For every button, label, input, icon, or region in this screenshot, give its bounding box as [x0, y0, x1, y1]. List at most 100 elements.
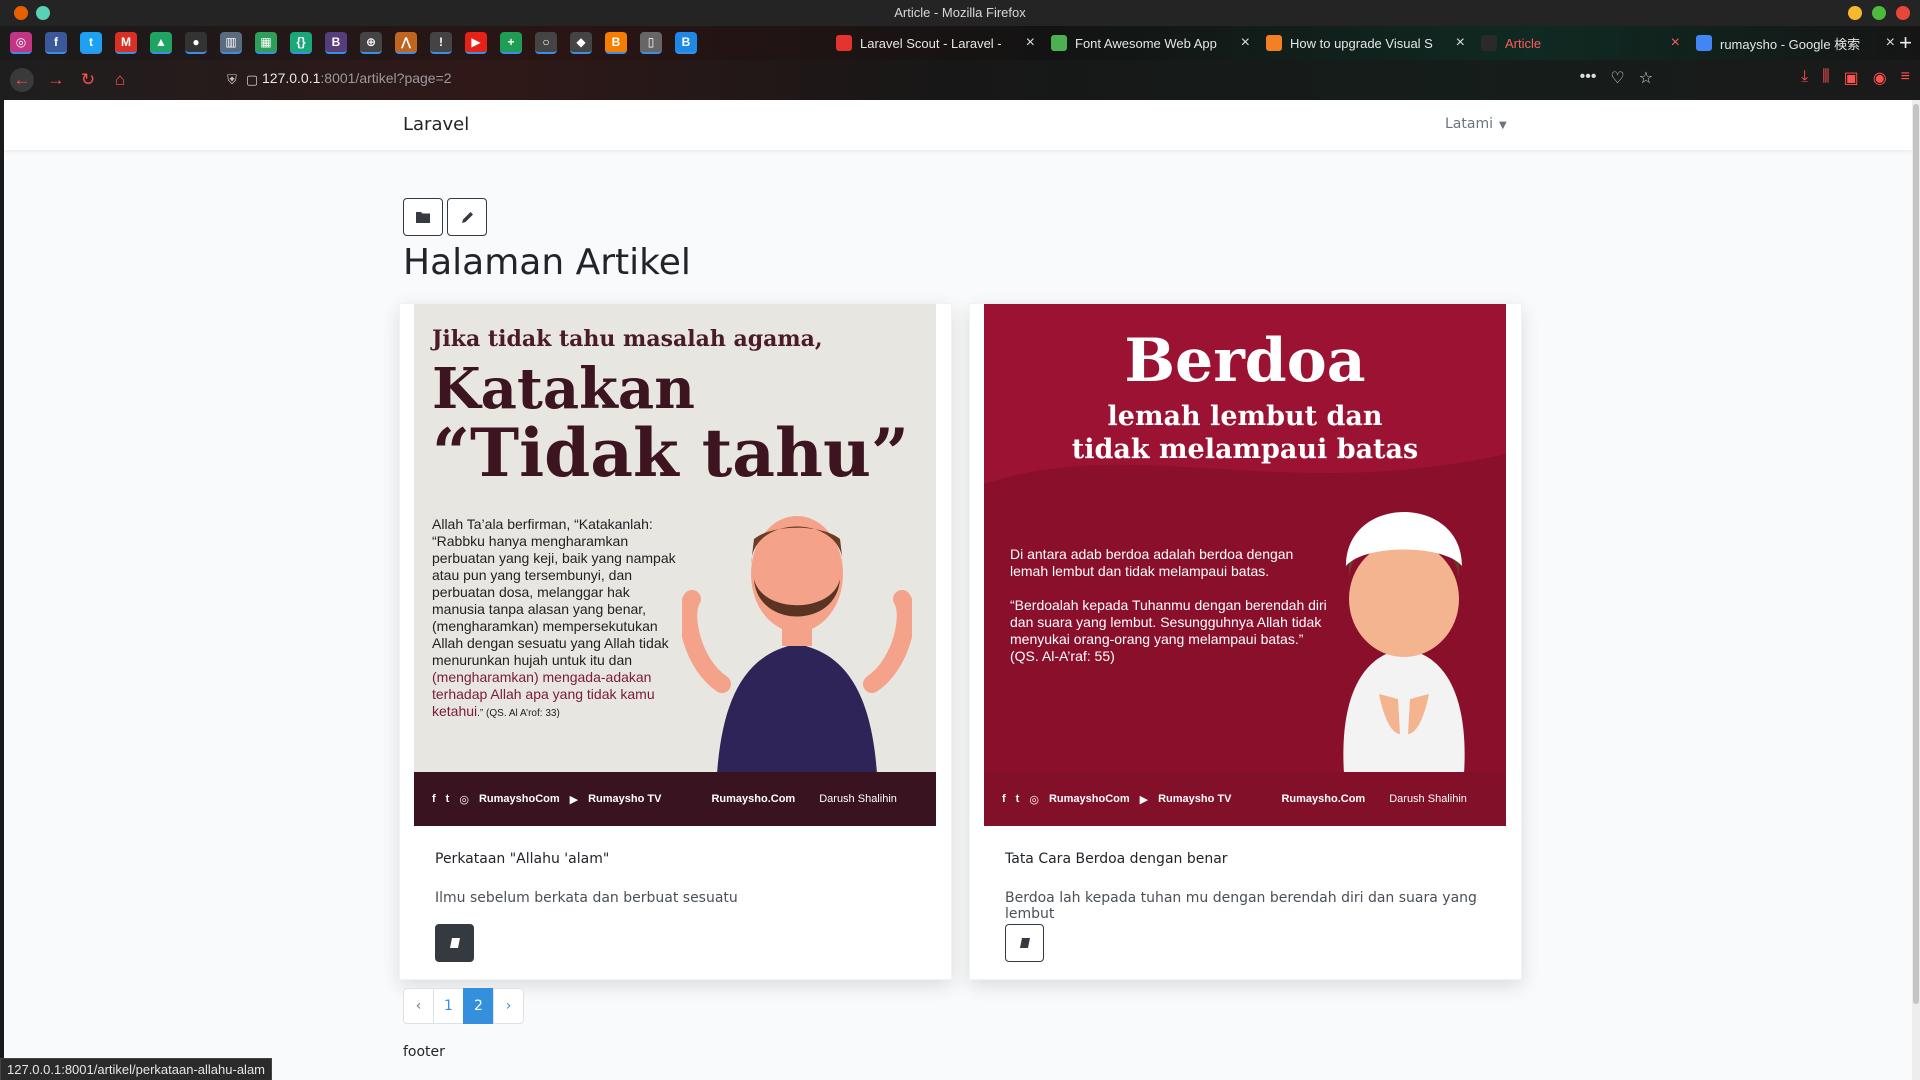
tab-label: Article [1505, 35, 1542, 51]
circle-pinned-tab-icon[interactable]: ○ [535, 32, 557, 54]
browser-tab[interactable]: Laravel Scout - Laravel - × [828, 26, 1043, 60]
close-window-button[interactable] [1896, 6, 1910, 20]
tab-close-icon[interactable]: × [1886, 34, 1895, 52]
instagram-pinned-tab-icon[interactable]: ◎ [10, 32, 32, 54]
trello-pinned-tab-icon[interactable]: ▥ [220, 32, 242, 54]
facebook-icon: f [1002, 793, 1006, 805]
open-tabs: Laravel Scout - Laravel - × Font Awesome W… [828, 26, 1903, 60]
b-blue-pinned-tab-icon[interactable]: B [675, 32, 697, 54]
twitter-pinned-tab-icon[interactable]: t [80, 32, 102, 54]
home-button[interactable]: ⌂ [108, 68, 132, 92]
article-card: Jika tidak tahu masalah agama, Katakan “… [399, 303, 952, 980]
poster-tv: Rumaysho TV [588, 793, 662, 805]
app-navbar: Laravel Latami ▼ [4, 100, 1912, 150]
account-icon[interactable]: ◉ [1873, 68, 1887, 88]
new-tab-button[interactable]: + [1899, 30, 1912, 56]
gem-pinned-tab-icon[interactable]: ◆ [570, 32, 592, 54]
poster-subheadline: lemah lembut dan tidak melampaui batas [984, 400, 1506, 466]
blogger-pinned-tab-icon[interactable]: B [605, 32, 627, 54]
article-title: Perkataan "Allahu 'alam" [435, 851, 610, 867]
web-pinned-tab-icon[interactable]: ⊕ [360, 32, 382, 54]
article-image[interactable]: Jika tidak tahu masalah agama, Katakan “… [414, 304, 936, 826]
page-scrollbar[interactable] [1912, 100, 1920, 1080]
pagination-page-1[interactable]: 1 [433, 988, 464, 1024]
tab-favicon-icon [1696, 35, 1712, 51]
read-article-button[interactable] [435, 924, 474, 962]
url-bar[interactable]: 127.0.0.1:8001/artikel?page=2 [262, 70, 452, 86]
article-title: Tata Cara Berdoa dengan benar [1005, 851, 1228, 867]
create-article-button[interactable] [447, 198, 487, 236]
gmail-pinned-tab-icon[interactable]: M [115, 32, 137, 54]
github-pinned-tab-icon[interactable]: ● [185, 32, 207, 54]
poster-reference: (QS. Al-A’raf: 55) [1010, 648, 1115, 664]
pocket-icon[interactable]: ♡ [1610, 68, 1624, 88]
praying-boy-illustration [1343, 512, 1465, 774]
sheets-pinned-tab-icon[interactable]: ▦ [255, 32, 277, 54]
facebook-icon: f [432, 793, 436, 805]
tab-close-icon[interactable]: × [1241, 34, 1250, 52]
window-title: Article - Mozilla Firefox [894, 5, 1026, 20]
cup-pinned-tab-icon[interactable]: ▯ [640, 32, 662, 54]
reload-button[interactable]: ↻ [76, 68, 100, 92]
facebook-pinned-tab-icon[interactable]: f [45, 32, 67, 54]
page-info-icon[interactable]: ▢ [240, 68, 264, 92]
minimize-button[interactable] [1848, 6, 1862, 20]
browser-tab[interactable]: Font Awesome Web App × [1043, 26, 1258, 60]
youtube-pinned-tab-icon[interactable]: ▶ [465, 32, 487, 54]
pagination-page-2[interactable]: 2 [463, 988, 494, 1024]
tab-bar: ◎ f t M ▲ ● ▥ ▦ {} B ⊕ ⋀! ▶ + ○ ◆ B ▯ B Laravel Scout - La… [0, 26, 1920, 60]
tab-close-icon[interactable]: × [1026, 34, 1035, 52]
url-host: 127.0.0.1 [262, 70, 321, 86]
tab-label: Font Awesome Web App [1075, 35, 1217, 51]
page-actions-icon[interactable]: ••• [1580, 68, 1597, 88]
library-icon[interactable]: ⫼ [1822, 68, 1829, 88]
forward-button[interactable]: → [44, 68, 68, 92]
browser-tab[interactable]: rumaysho - Google 検索 × [1688, 26, 1903, 60]
folder-button[interactable] [403, 198, 443, 236]
poster-body: Allah Ta’ala berfirman, “Katakanlah: “Ra… [432, 516, 682, 722]
back-button[interactable]: ← [10, 68, 34, 92]
window-titlebar: Article - Mozilla Firefox [0, 0, 1920, 26]
article-image[interactable]: Berdoa lemah lembut dan tidak melampaui … [984, 304, 1506, 826]
code-pinned-tab-icon[interactable]: {} [290, 32, 312, 54]
poster-logo: Darush Shalihin [819, 793, 897, 805]
tab-favicon-icon [1051, 35, 1067, 51]
downloads-icon[interactable]: ⤓ [1801, 68, 1808, 88]
article-card: Berdoa lemah lembut dan tidak melampaui … [969, 303, 1522, 980]
poster-subheadline-line: lemah lembut dan [1107, 401, 1383, 432]
book-icon [449, 938, 460, 948]
alert-pinned-tab-icon[interactable]: ! [430, 32, 452, 54]
pagination: ‹ 1 2 › [403, 988, 524, 1024]
user-name: Latami [1445, 116, 1493, 132]
instagram-icon: ◎ [1029, 793, 1039, 806]
tab-close-icon[interactable]: × [1456, 34, 1465, 52]
poster-headline: Jika tidak tahu masalah agama, [432, 326, 823, 352]
navbar-brand[interactable]: Laravel [403, 114, 469, 135]
instagram-icon: ◎ [459, 793, 469, 806]
browser-tab[interactable]: How to upgrade Visual S × [1258, 26, 1473, 60]
twitter-icon: t [1015, 793, 1020, 805]
aws-pinned-tab-icon[interactable]: ⋀ [395, 32, 417, 54]
bootstrap-pinned-tab-icon[interactable]: B [325, 32, 347, 54]
page-title: Halaman Artikel [403, 242, 691, 283]
plus-pinned-tab-icon[interactable]: + [500, 32, 522, 54]
menu-icon[interactable]: ≡ [1901, 68, 1910, 88]
pagination-prev[interactable]: ‹ [403, 988, 434, 1024]
poster-footer: f t ◎ RumayshoCom ▶ Rumaysho TV Rumaysho… [414, 772, 936, 826]
pagination-next[interactable]: › [493, 988, 524, 1024]
scrollbar-thumb[interactable] [1913, 104, 1919, 1004]
browser-tab[interactable]: Article × [1473, 26, 1688, 60]
poster-headline: “Tidak tahu” [432, 414, 909, 492]
poster-domain: Rumaysho.Com [1281, 793, 1366, 805]
maximize-button[interactable] [1872, 6, 1886, 20]
article-description: Ilmu sebelum berkata dan berbuat sesuatu [435, 890, 738, 906]
drive-pinned-tab-icon[interactable]: ▲ [150, 32, 172, 54]
user-dropdown[interactable]: Latami ▼ [1445, 116, 1507, 132]
tab-label: Laravel Scout - Laravel - [860, 35, 1002, 51]
tab-favicon-icon [1266, 35, 1282, 51]
sidebar-icon[interactable]: ▣ [1844, 68, 1859, 88]
tab-close-icon[interactable]: × [1671, 34, 1680, 52]
read-article-button[interactable] [1005, 924, 1044, 962]
bookmark-star-icon[interactable]: ☆ [1639, 68, 1653, 88]
page-viewport: Laravel Latami ▼ Halaman Artikel Jika tid… [4, 100, 1912, 1080]
